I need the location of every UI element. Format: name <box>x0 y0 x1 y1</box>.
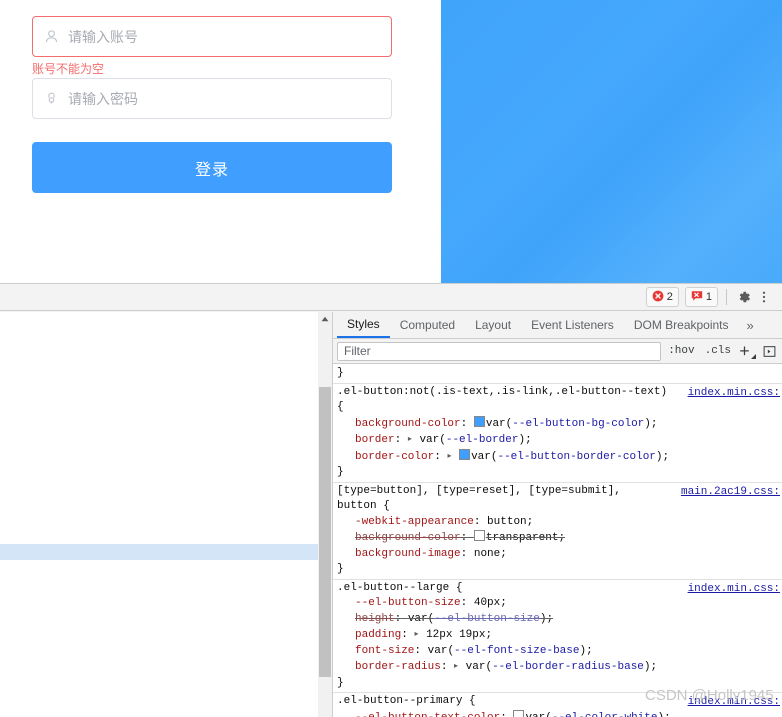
css-declaration: padding: ▸ 12px 19px; <box>333 627 782 644</box>
tab-computed-label: Computed <box>400 318 455 332</box>
toolbar-divider <box>726 289 727 305</box>
devtools-panel: 2 1 <box>0 283 782 717</box>
console-issue-counter[interactable]: 1 <box>685 287 718 307</box>
css-rule-origin-link[interactable]: index.min.css: <box>688 582 780 598</box>
dom-tree-pane[interactable] <box>0 312 319 717</box>
username-error-message: 账号不能为空 <box>32 61 104 75</box>
dom-tree-selected-row[interactable] <box>0 544 318 560</box>
styles-filter-row: :hov .cls <box>333 339 782 364</box>
css-rule-origin-link[interactable]: main.2ac19.css: <box>681 485 780 501</box>
tab-event-listeners-label: Event Listeners <box>531 318 614 332</box>
styles-pane-tabbar: Styles Computed Layout Event Listeners D… <box>333 312 782 339</box>
css-declaration: background-color: transparent; <box>333 530 782 547</box>
css-brace-line: } <box>333 465 782 481</box>
new-style-rule-button[interactable] <box>738 342 756 360</box>
css-declaration: background-color: var(--el-button-bg-col… <box>333 416 782 433</box>
tab-styles-label: Styles <box>347 317 380 331</box>
error-count: 2 <box>667 292 673 303</box>
css-declaration: height: var(--el-button-size); <box>333 612 782 628</box>
css-rules-list[interactable]: }index.min.css:.el-button:not(.is-text,.… <box>333 365 782 717</box>
css-declaration: border-color: ▸ var(--el-button-border-c… <box>333 449 782 466</box>
username-input[interactable] <box>68 17 380 56</box>
toggle-element-state-button[interactable]: :hov <box>665 345 697 357</box>
computed-sidebar-toggle-icon[interactable] <box>760 342 778 360</box>
styles-pane: Styles Computed Layout Event Listeners D… <box>333 312 782 717</box>
tab-event-listeners[interactable]: Event Listeners <box>521 312 624 338</box>
password-input[interactable] <box>68 79 380 118</box>
password-input-box[interactable] <box>32 78 392 119</box>
issue-count: 1 <box>706 292 712 303</box>
dom-tree-scrollbar[interactable] <box>318 312 333 717</box>
css-rule-block[interactable]: } <box>333 365 782 384</box>
css-rule-origin-link[interactable]: index.min.css: <box>688 695 780 711</box>
css-brace-line: } <box>333 366 782 382</box>
element-classes-button[interactable]: .cls <box>702 345 734 357</box>
user-icon <box>44 29 59 44</box>
css-brace-line: } <box>333 562 782 578</box>
kebab-menu-icon[interactable] <box>754 287 774 307</box>
tab-computed[interactable]: Computed <box>390 312 465 338</box>
tab-dom-breakpoints-label: DOM Breakpoints <box>634 318 729 332</box>
scrollbar-thumb[interactable] <box>319 387 331 677</box>
css-rule-origin-link[interactable]: index.min.css: <box>688 386 780 402</box>
css-declaration: -webkit-appearance: button; <box>333 515 782 531</box>
css-declaration: background-image: none; <box>333 547 782 563</box>
css-declaration: --el-button-size: 40px; <box>333 596 782 612</box>
css-brace-line: { <box>333 400 782 416</box>
scroll-up-arrow-icon[interactable] <box>318 312 332 326</box>
tab-layout[interactable]: Layout <box>465 312 521 338</box>
login-panel: 账号不能为空 登录 <box>0 0 441 283</box>
username-field-wrapper <box>32 16 392 57</box>
css-rule-block[interactable]: index.min.css:.el-button--primary {--el-… <box>333 693 782 717</box>
devtools-topbar: 2 1 <box>0 284 782 311</box>
browser-page-viewport: 账号不能为空 登录 <box>0 0 782 283</box>
tab-dom-breakpoints[interactable]: DOM Breakpoints <box>624 312 739 338</box>
css-selector-line: button { <box>333 499 782 515</box>
login-hero-gradient-panel <box>441 0 782 283</box>
css-rule-block[interactable]: main.2ac19.css:[type=button], [type=rese… <box>333 483 782 580</box>
error-icon <box>652 290 664 305</box>
css-declaration: border-radius: ▸ var(--el-border-radius-… <box>333 659 782 676</box>
login-submit-button[interactable]: 登录 <box>32 142 392 193</box>
tab-styles[interactable]: Styles <box>337 312 390 338</box>
css-declaration: font-size: var(--el-font-size-base); <box>333 644 782 660</box>
issue-bubble-icon <box>691 290 703 305</box>
tabs-overflow-chevron-icon[interactable]: » <box>739 312 762 338</box>
gear-icon[interactable] <box>734 287 754 307</box>
password-field-wrapper <box>32 78 392 119</box>
css-rule-block[interactable]: index.min.css:.el-button--large {--el-bu… <box>333 580 782 694</box>
lock-icon <box>44 91 59 106</box>
css-brace-line: } <box>333 676 782 692</box>
username-input-box[interactable] <box>32 16 392 57</box>
console-error-counter[interactable]: 2 <box>646 287 679 307</box>
styles-filter-input[interactable] <box>337 342 661 361</box>
css-declaration: border: ▸ var(--el-border); <box>333 432 782 449</box>
tab-layout-label: Layout <box>475 318 511 332</box>
css-rule-block[interactable]: index.min.css:.el-button:not(.is-text,.i… <box>333 384 782 483</box>
